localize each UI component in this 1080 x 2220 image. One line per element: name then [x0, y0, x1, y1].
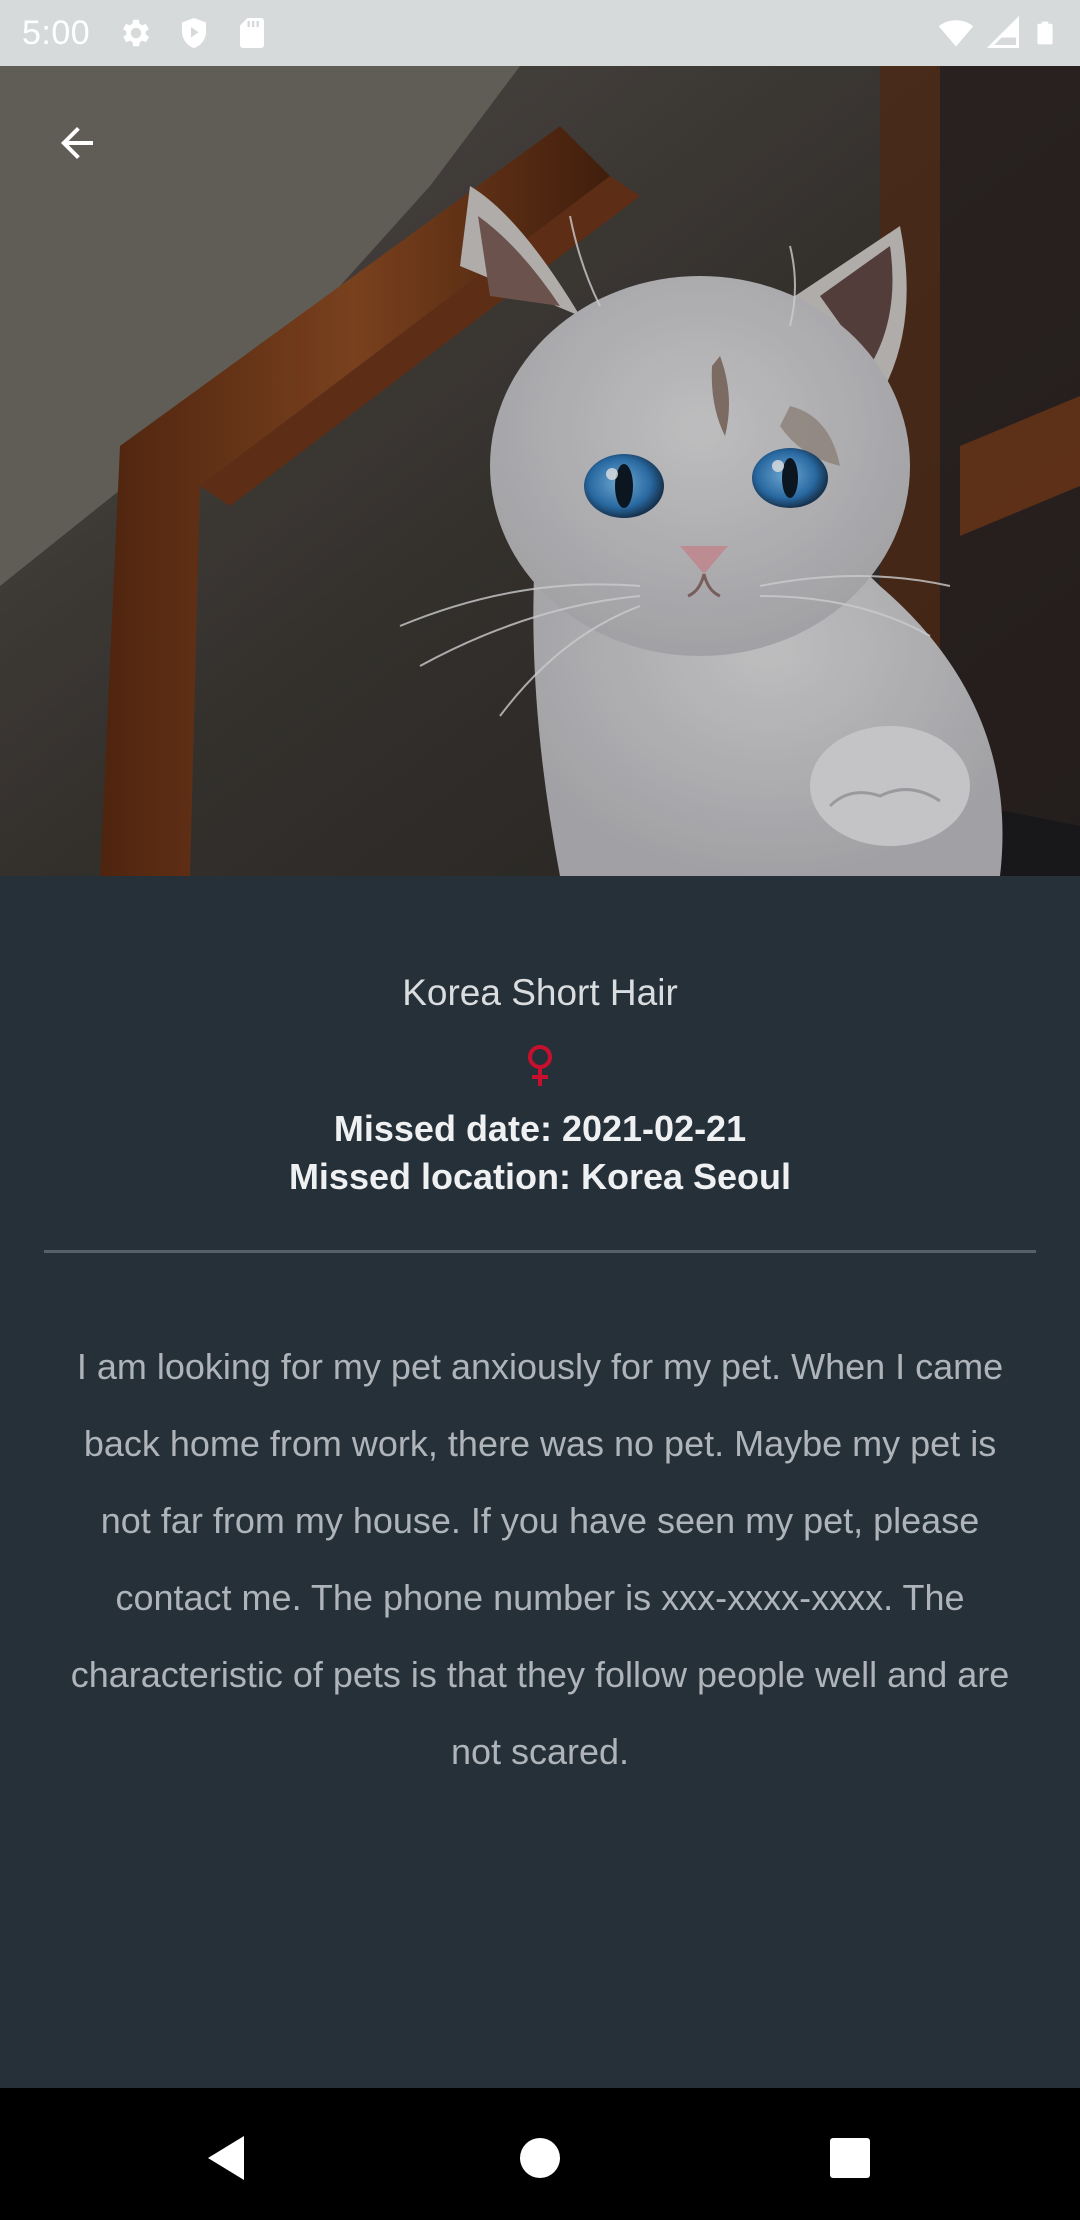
nav-home-button[interactable] — [500, 2118, 580, 2198]
status-time: 5:00 — [22, 13, 91, 52]
navigation-bar — [0, 2088, 1080, 2220]
nav-recents-button[interactable] — [810, 2118, 890, 2198]
sd-card-icon — [240, 18, 265, 48]
pet-description: I am looking for my pet anxiously for my… — [70, 1346, 1010, 1772]
home-circle-icon — [520, 2138, 560, 2178]
pet-details: Korea Short Hair Missed date: 2021-02-21… — [0, 876, 1080, 2088]
status-icons-left — [118, 15, 270, 51]
pet-breed: Korea Short Hair — [402, 972, 678, 1013]
divider — [44, 1250, 1036, 1253]
status-bar: 5:00 — [0, 0, 1080, 66]
arrow-left-icon — [61, 127, 93, 159]
female-icon — [528, 1045, 552, 1086]
status-icons-right — [936, 15, 1058, 51]
cat-photo — [0, 66, 1080, 876]
recents-square-icon — [830, 2138, 870, 2178]
gender-indicator — [0, 1044, 1080, 1088]
settings-icon — [123, 19, 150, 47]
battery-icon — [1037, 21, 1053, 45]
wifi-icon — [938, 20, 974, 47]
missed-location: Missed location: Korea Seoul — [288, 1156, 792, 1197]
back-triangle-icon — [208, 2136, 244, 2180]
nav-back-button[interactable] — [186, 2118, 266, 2198]
pet-photo — [0, 66, 1080, 876]
shield-icon — [182, 18, 207, 48]
missed-date: Missed date: 2021-02-21 — [333, 1108, 747, 1149]
signal-icon — [986, 15, 1019, 48]
back-button[interactable] — [40, 106, 114, 180]
